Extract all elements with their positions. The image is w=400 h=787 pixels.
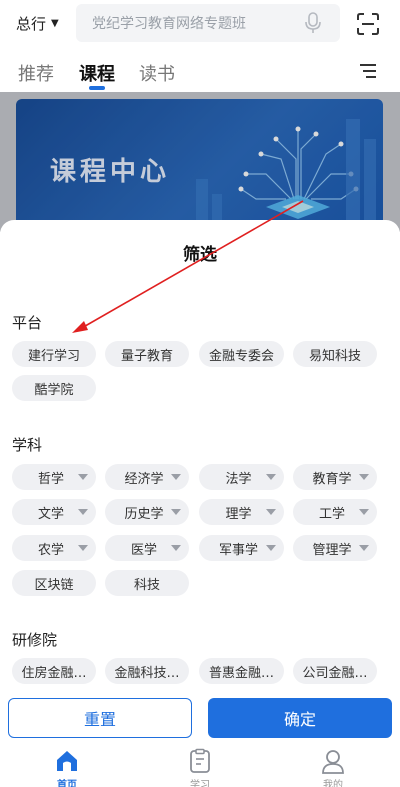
subject-chip[interactable]: 工学: [293, 499, 377, 525]
dropdown-arrow-icon: [266, 474, 276, 480]
subject-chip-label: 经济学: [124, 471, 164, 487]
user-icon: [322, 750, 344, 774]
platform-section-label: 平台: [12, 314, 43, 332]
dropdown-arrow-icon: [359, 474, 369, 480]
nav-home[interactable]: 首页: [37, 748, 97, 787]
subject-chip-label: 哲学: [37, 471, 64, 487]
subject-chip[interactable]: 哲学: [12, 464, 96, 490]
clipboard-icon: [190, 748, 210, 773]
nav-label: 首页: [57, 780, 77, 787]
subject-chip-label: 工学: [318, 506, 345, 522]
subject-chip-label: 教育学: [312, 471, 352, 487]
tab-bar: 推荐 课程 读书: [0, 56, 400, 92]
dropdown-arrow-icon: [171, 545, 181, 551]
branch-label: 总行: [16, 14, 47, 33]
institute-chip[interactable]: 普惠金融…: [199, 658, 284, 684]
platform-chip[interactable]: 量子教育: [105, 341, 189, 367]
dropdown-arrow-icon: [171, 509, 181, 515]
subject-chip-label: 农学: [37, 542, 64, 558]
branch-selector[interactable]: 总行 ▼: [16, 10, 59, 36]
dropdown-arrow-icon: [78, 474, 88, 480]
microphone-icon[interactable]: [304, 12, 322, 34]
nav-profile[interactable]: 我的: [303, 748, 363, 787]
platform-chip[interactable]: 建行学习: [12, 341, 96, 367]
subject-chip-label: 管理学: [312, 542, 352, 558]
subject-chip[interactable]: 经济学: [105, 464, 189, 490]
subject-chip-label: 文学: [37, 506, 64, 522]
platform-chip[interactable]: 酷学院: [12, 375, 96, 401]
nav-label: 我的: [323, 780, 343, 787]
top-bar: 总行 ▼ 党纪学习教育网络专题班: [0, 0, 400, 50]
platform-chip[interactable]: 金融专委会: [199, 341, 284, 367]
home-icon: [57, 751, 77, 771]
subject-chip[interactable]: 管理学: [293, 535, 377, 561]
platform-chip[interactable]: 易知科技: [293, 341, 377, 367]
confirm-button[interactable]: 确定: [208, 698, 392, 738]
filter-title: 筛选: [183, 245, 217, 265]
subject-chip-label: 法学: [225, 471, 252, 487]
subject-chip[interactable]: 区块链: [12, 570, 96, 596]
chevron-down-icon: ▼: [51, 17, 59, 29]
subject-chip[interactable]: 文学: [12, 499, 96, 525]
institute-chip[interactable]: 公司金融…: [293, 658, 377, 684]
subject-chip[interactable]: 军事学: [199, 535, 284, 561]
subject-chip[interactable]: 历史学: [105, 499, 189, 525]
reset-button[interactable]: 重置: [8, 698, 192, 738]
dropdown-arrow-icon: [266, 509, 276, 515]
subject-section-label: 学科: [12, 436, 43, 454]
active-tab-indicator: [89, 86, 105, 90]
dropdown-arrow-icon: [359, 509, 369, 515]
scan-icon[interactable]: [356, 12, 380, 36]
subject-chip[interactable]: 农学: [12, 535, 96, 561]
subject-chip[interactable]: 理学: [199, 499, 284, 525]
tab-reading[interactable]: 读书: [139, 60, 175, 86]
subject-chip-label: 军事学: [218, 542, 258, 558]
menu-icon[interactable]: [358, 62, 378, 80]
institute-chip[interactable]: 金融科技…: [105, 658, 189, 684]
dropdown-arrow-icon: [78, 509, 88, 515]
subject-chip[interactable]: 法学: [199, 464, 284, 490]
tab-recommend[interactable]: 推荐: [18, 60, 54, 86]
subject-chip[interactable]: 科技: [105, 570, 189, 596]
institute-chip[interactable]: 住房金融…: [12, 658, 96, 684]
bottom-nav: 首页 学习 我的: [0, 742, 400, 787]
dropdown-arrow-icon: [78, 545, 88, 551]
search-bar[interactable]: 党纪学习教育网络专题班: [76, 4, 340, 42]
subject-chip-label: 医学: [130, 542, 157, 558]
search-placeholder: 党纪学习教育网络专题班: [92, 16, 246, 32]
dropdown-arrow-icon: [359, 545, 369, 551]
nav-study[interactable]: 学习: [170, 748, 230, 787]
institute-section-label: 研修院: [12, 631, 58, 649]
nav-label: 学习: [190, 780, 210, 787]
dropdown-arrow-icon: [266, 545, 276, 551]
subject-chip[interactable]: 医学: [105, 535, 189, 561]
subject-chip-label: 理学: [225, 506, 252, 522]
subject-chip[interactable]: 教育学: [293, 464, 377, 490]
dropdown-arrow-icon: [171, 474, 181, 480]
tab-courses[interactable]: 课程: [79, 60, 115, 86]
subject-chip-label: 历史学: [124, 506, 164, 522]
modal-dim-overlay: [0, 92, 400, 232]
